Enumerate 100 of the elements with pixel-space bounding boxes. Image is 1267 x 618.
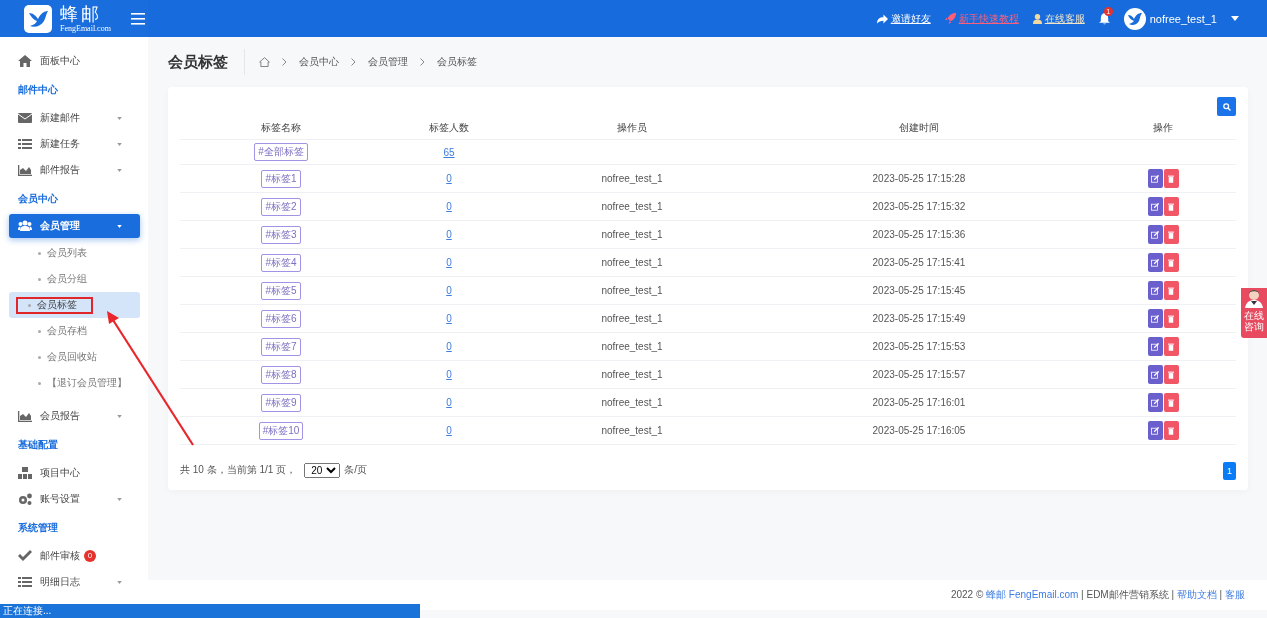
share-icon — [876, 13, 888, 24]
status-bar: 正在连接... — [0, 604, 420, 618]
edit-icon — [1151, 286, 1159, 295]
edit-button[interactable] — [1147, 225, 1163, 244]
delete-button[interactable] — [1163, 421, 1179, 440]
tag-label: #标签9 — [261, 393, 301, 412]
table-cell: 2023-05-25 17:15:28 — [872, 173, 966, 184]
sidebar-item[interactable]: 账号设置 — [0, 486, 140, 512]
table-cell: nofree_test_1 — [601, 285, 663, 296]
edit-button[interactable] — [1147, 309, 1163, 328]
trash-icon — [1168, 174, 1174, 183]
caret-icon[interactable] — [1231, 16, 1239, 21]
sidebar-item[interactable]: 项目中心 — [0, 460, 140, 486]
sidebar-subitem[interactable]: 会员回收站 — [9, 344, 140, 370]
edit-button[interactable] — [1147, 365, 1163, 384]
page-size-select[interactable]: 20 — [304, 462, 341, 478]
column-header: 操作 — [1152, 121, 1174, 135]
table-cell: nofree_test_1 — [601, 229, 663, 240]
service-link[interactable]: 客服 — [1225, 589, 1245, 600]
avatar-icon[interactable] — [1123, 7, 1146, 30]
member-count-link[interactable]: 0 — [446, 229, 452, 240]
member-count-link[interactable]: 0 — [446, 313, 452, 324]
edit-button[interactable] — [1147, 281, 1163, 300]
breadcrumb-link[interactable]: 会员中心 — [299, 55, 339, 69]
page-button[interactable]: 1 — [1223, 462, 1236, 480]
sidebar-subitem[interactable]: 会员列表 — [9, 240, 140, 266]
header-link[interactable]: 在线客服 — [1032, 11, 1085, 26]
table-cell: 2023-05-25 17:15:32 — [872, 201, 966, 212]
breadcrumb-link[interactable]: 会员标签 — [437, 55, 477, 69]
edit-button[interactable] — [1147, 197, 1163, 216]
member-count-link[interactable]: 0 — [446, 285, 452, 296]
user-name[interactable]: nofree_test_1 — [1149, 12, 1217, 25]
brand-link[interactable]: 蜂邮 FengEmail.com — [986, 589, 1079, 600]
pagination-summary: 共 10 条，当前第 1/1 页， — [180, 463, 297, 477]
member-count-link[interactable]: 0 — [446, 201, 452, 212]
bell-icon[interactable] — [1098, 12, 1110, 25]
mail-icon — [18, 112, 32, 124]
member-count-link[interactable]: 0 — [446, 257, 452, 268]
online-consult-button[interactable]: 在线咨询 — [1241, 288, 1267, 338]
edit-icon — [1151, 258, 1159, 267]
sidebar-subitem[interactable]: 【退订会员管理】 — [9, 370, 140, 396]
sidebar-item[interactable]: 邮件审核 0 — [0, 543, 140, 569]
breadcrumb-link[interactable]: 会员管理 — [368, 55, 408, 69]
member-count-link[interactable]: 65 — [443, 146, 455, 158]
edit-button[interactable] — [1147, 337, 1163, 356]
edit-icon — [1151, 398, 1159, 407]
caret-icon — [117, 580, 122, 584]
delete-button[interactable] — [1163, 337, 1179, 356]
table-cell: nofree_test_1 — [601, 369, 663, 380]
search-button[interactable] — [1217, 97, 1236, 116]
help-link[interactable]: 帮助文档 — [1176, 589, 1217, 600]
delete-button[interactable] — [1163, 393, 1179, 412]
list-icon — [18, 138, 32, 150]
menu-icon[interactable] — [130, 12, 145, 25]
tag-label: #标签3 — [261, 225, 301, 244]
rocket-icon — [944, 13, 956, 24]
edit-button[interactable] — [1147, 393, 1163, 412]
sidebar-subitem[interactable]: 会员分组 — [9, 266, 140, 292]
sidebar-item[interactable]: 面板中心 — [0, 48, 140, 74]
delete-button[interactable] — [1163, 281, 1179, 300]
tag-label: #标签1 — [261, 169, 301, 188]
home-icon[interactable] — [259, 57, 270, 67]
edit-icon — [1151, 342, 1159, 351]
caret-icon — [117, 116, 122, 120]
table-cell: 2023-05-25 17:15:49 — [872, 313, 966, 324]
edit-icon — [1151, 314, 1159, 323]
sidebar-item[interactable]: 会员报告 — [0, 403, 140, 429]
delete-button[interactable] — [1163, 197, 1179, 216]
edit-button[interactable] — [1147, 421, 1163, 440]
member-count-link[interactable]: 0 — [446, 369, 452, 380]
table-cell: 2023-05-25 17:15:45 — [872, 285, 966, 296]
sidebar-item[interactable]: 新建邮件 — [0, 105, 140, 131]
delete-button[interactable] — [1163, 365, 1179, 384]
brand-name: 蜂邮 — [60, 4, 103, 23]
member-count-link[interactable]: 0 — [446, 425, 452, 436]
chevron-icon — [282, 58, 287, 66]
member-count-link[interactable]: 0 — [446, 173, 452, 184]
member-count-link[interactable]: 0 — [446, 397, 452, 408]
user-icon — [1032, 13, 1042, 24]
edit-button[interactable] — [1147, 253, 1163, 272]
edit-icon — [1151, 174, 1159, 183]
sidebar-item[interactable]: 新建任务 — [0, 131, 140, 157]
sidebar-item[interactable]: 会员管理 — [9, 214, 140, 238]
sidebar-item[interactable]: 明细日志 — [0, 569, 140, 595]
edit-button[interactable] — [1147, 169, 1163, 188]
delete-button[interactable] — [1163, 309, 1179, 328]
delete-button[interactable] — [1163, 225, 1179, 244]
caret-icon — [117, 414, 122, 418]
delete-button[interactable] — [1163, 253, 1179, 272]
tag-label: #标签6 — [261, 309, 301, 328]
sidebar-subitem[interactable]: 会员存档 — [9, 318, 140, 344]
header-link[interactable]: 邀请好友 — [876, 11, 931, 26]
column-header: 操作员 — [616, 121, 648, 135]
chevron-icon — [351, 58, 356, 66]
table-cell: 2023-05-25 17:15:57 — [872, 369, 966, 380]
caret-icon — [117, 497, 122, 501]
member-count-link[interactable]: 0 — [446, 341, 452, 352]
sidebar-item[interactable]: 邮件报告 — [0, 157, 140, 183]
delete-button[interactable] — [1163, 169, 1179, 188]
sidebar-subitem[interactable]: 会员标签 — [9, 292, 140, 318]
